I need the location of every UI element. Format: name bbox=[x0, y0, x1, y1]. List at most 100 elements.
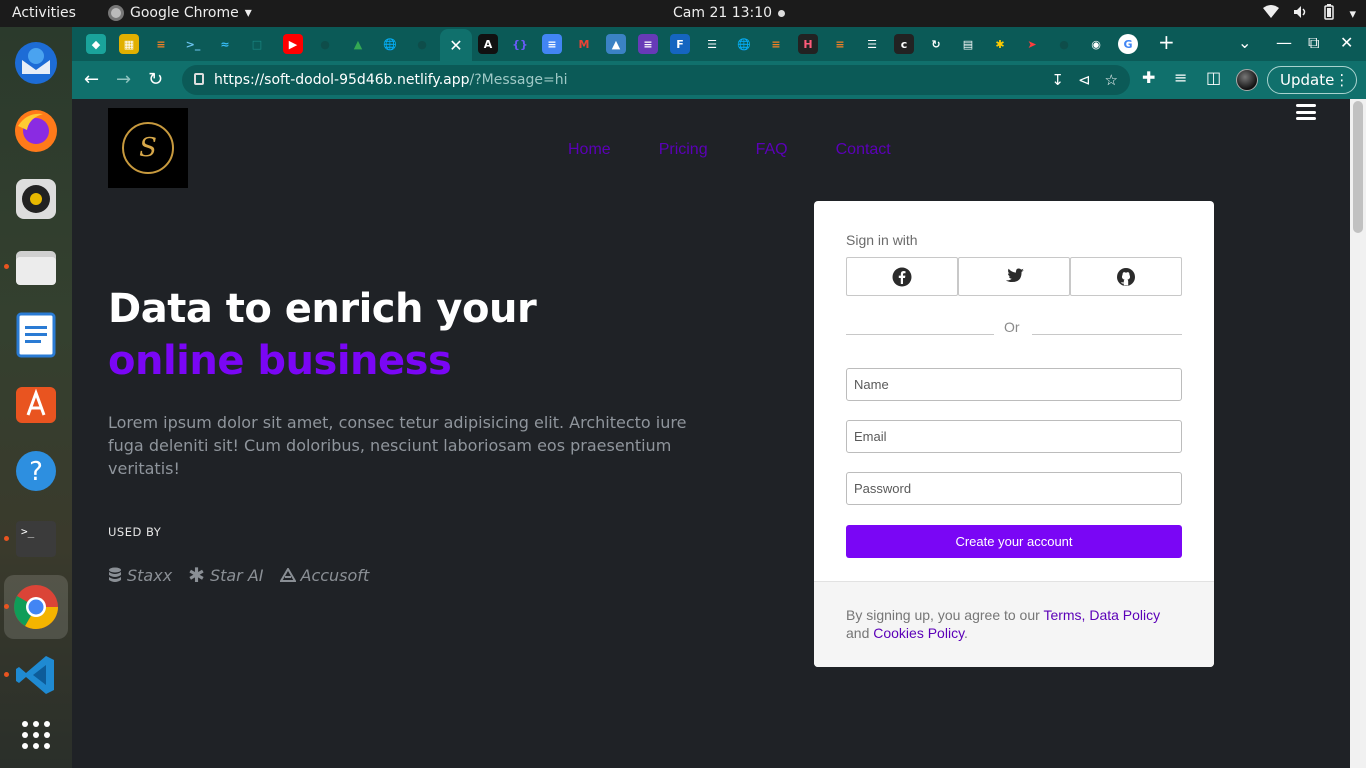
close-icon[interactable]: ✕ bbox=[449, 36, 462, 55]
tab-favicon[interactable]: ✱ bbox=[990, 34, 1010, 54]
system-tray[interactable]: ▾ bbox=[1263, 4, 1356, 24]
tab-favicon[interactable]: A bbox=[478, 34, 498, 54]
tab-favicon[interactable]: G bbox=[1118, 34, 1138, 54]
files-launcher[interactable] bbox=[12, 243, 60, 291]
tab-favicon[interactable]: H bbox=[798, 34, 818, 54]
name-field[interactable] bbox=[846, 368, 1182, 401]
tab-favicon[interactable]: ▲ bbox=[348, 34, 368, 54]
nav-contact[interactable]: Contact bbox=[836, 141, 891, 159]
page-scrollbar[interactable] bbox=[1350, 99, 1366, 768]
tab-favicon[interactable]: M bbox=[574, 34, 594, 54]
signup-card: Sign in with Or Create your account By s… bbox=[814, 201, 1214, 667]
tab-favicon[interactable]: ≡ bbox=[638, 34, 658, 54]
firefox-icon bbox=[15, 110, 57, 152]
tab-search-button[interactable]: ⌄ bbox=[1238, 33, 1251, 52]
site-logo[interactable]: S bbox=[108, 108, 188, 188]
tab-favicon[interactable]: 🌐 bbox=[734, 34, 754, 54]
thunderbird-launcher[interactable] bbox=[12, 39, 60, 87]
help-launcher[interactable]: ? bbox=[12, 447, 60, 495]
back-button[interactable]: ← bbox=[84, 69, 99, 90]
tab-favicon[interactable]: ↻ bbox=[926, 34, 946, 54]
running-indicator bbox=[4, 264, 9, 269]
nav-pricing[interactable]: Pricing bbox=[659, 141, 708, 159]
tab-favicon[interactable]: ▶ bbox=[283, 34, 303, 54]
firefox-launcher[interactable] bbox=[12, 107, 60, 155]
rhythmbox-icon bbox=[16, 179, 56, 219]
url-main: https://soft-dodol-95d46b.netlify.app bbox=[214, 72, 470, 88]
tab-favicon[interactable]: ≡ bbox=[830, 34, 850, 54]
facebook-signin-button[interactable] bbox=[846, 257, 958, 296]
tab-favicon[interactable]: ≡ bbox=[766, 34, 786, 54]
nav-home[interactable]: Home bbox=[568, 141, 611, 159]
url-query: /?Message=hi bbox=[469, 72, 568, 88]
password-field[interactable] bbox=[846, 472, 1182, 505]
running-indicator bbox=[4, 672, 9, 677]
tab-favicon[interactable]: >_ bbox=[183, 34, 203, 54]
show-apps-button[interactable] bbox=[12, 711, 60, 759]
forward-button[interactable]: → bbox=[116, 69, 131, 90]
hero-description: Lorem ipsum dolor sit amet, consec tetur… bbox=[108, 413, 687, 478]
tab-favicon[interactable]: □ bbox=[247, 34, 267, 54]
tab-favicon[interactable]: ● bbox=[1054, 34, 1074, 54]
twitter-signin-button[interactable] bbox=[958, 257, 1070, 296]
tab-favicon[interactable]: ➤ bbox=[1022, 34, 1042, 54]
update-label: Update bbox=[1280, 71, 1335, 89]
clock[interactable]: Cam 21 13:10 bbox=[673, 5, 772, 21]
tab-favicon[interactable]: ◉ bbox=[1086, 34, 1106, 54]
tab-favicon[interactable]: {} bbox=[510, 34, 530, 54]
create-account-button[interactable]: Create your account bbox=[846, 525, 1182, 558]
address-bar[interactable]: https://soft-dodol-95d46b.netlify.app /?… bbox=[182, 65, 1130, 95]
share-icon[interactable]: ⊲ bbox=[1078, 71, 1091, 89]
dock: ? >_ bbox=[0, 27, 72, 768]
active-tab[interactable]: ✕ bbox=[440, 29, 472, 61]
terminal-icon: >_ bbox=[16, 521, 56, 557]
side-panel-icon[interactable]: ◫ bbox=[1206, 68, 1221, 87]
tab-favicon[interactable]: ≈ bbox=[215, 34, 235, 54]
bookmark-star-icon[interactable]: ☆ bbox=[1105, 71, 1118, 89]
media-icon[interactable]: ≡ bbox=[1174, 68, 1187, 87]
extensions-icon[interactable]: ✚ bbox=[1142, 68, 1155, 87]
tab-favicon[interactable]: ≡ bbox=[151, 34, 171, 54]
volume-icon bbox=[1293, 5, 1309, 23]
tab-favicon[interactable]: F bbox=[670, 34, 690, 54]
github-signin-button[interactable] bbox=[1070, 257, 1182, 296]
reload-button[interactable]: ↻ bbox=[148, 69, 163, 90]
logo-monogram-icon: S bbox=[122, 122, 174, 174]
minimize-button[interactable]: — bbox=[1276, 33, 1292, 52]
software-launcher[interactable] bbox=[12, 379, 60, 427]
tab-favicon[interactable]: ● bbox=[315, 34, 335, 54]
rhythmbox-launcher[interactable] bbox=[12, 175, 60, 223]
tab-favicon[interactable]: ◆ bbox=[86, 34, 106, 54]
chrome-launcher[interactable] bbox=[4, 575, 68, 639]
tab-favicon[interactable]: ▲ bbox=[606, 34, 626, 54]
activities-button[interactable]: Activities bbox=[12, 5, 76, 21]
nav-faq[interactable]: FAQ bbox=[756, 141, 788, 159]
tab-favicon[interactable]: ▤ bbox=[958, 34, 978, 54]
cookies-link[interactable]: Cookies Policy bbox=[873, 625, 964, 641]
terms-link[interactable]: Terms, Data Policy bbox=[1043, 607, 1160, 623]
tab-favicon[interactable]: 🌐 bbox=[380, 34, 400, 54]
tab-favicon[interactable]: c bbox=[894, 34, 914, 54]
scrollbar-thumb[interactable] bbox=[1353, 101, 1363, 233]
tab-favicon[interactable]: ▦ bbox=[119, 34, 139, 54]
restore-button[interactable]: ⧉ bbox=[1308, 33, 1319, 53]
profile-avatar[interactable] bbox=[1236, 69, 1258, 91]
writer-launcher[interactable] bbox=[12, 311, 60, 359]
tab-favicon[interactable]: ☰ bbox=[702, 34, 722, 54]
vscode-launcher[interactable] bbox=[12, 651, 60, 699]
window-close-button[interactable]: ✕ bbox=[1340, 33, 1353, 52]
tab-favicon[interactable]: ≡ bbox=[542, 34, 562, 54]
tab-favicon[interactable]: ☰ bbox=[862, 34, 882, 54]
update-button[interactable]: Update ⋮ bbox=[1267, 66, 1357, 94]
help-icon: ? bbox=[16, 451, 56, 491]
new-tab-button[interactable]: + bbox=[1158, 30, 1175, 54]
terminal-launcher[interactable]: >_ bbox=[12, 515, 60, 563]
web-page: S Home Pricing FAQ Contact Data to enric… bbox=[72, 99, 1350, 768]
hamburger-menu-icon[interactable] bbox=[1296, 104, 1316, 120]
app-menu[interactable]: Google Chrome ▾ bbox=[108, 5, 252, 21]
email-field[interactable] bbox=[846, 420, 1182, 453]
tab-favicon[interactable]: ● bbox=[412, 34, 432, 54]
hero-title-line1: Data to enrich your bbox=[108, 286, 537, 332]
used-by-label: USED BY bbox=[108, 525, 162, 539]
install-icon[interactable]: ↧ bbox=[1051, 71, 1064, 89]
